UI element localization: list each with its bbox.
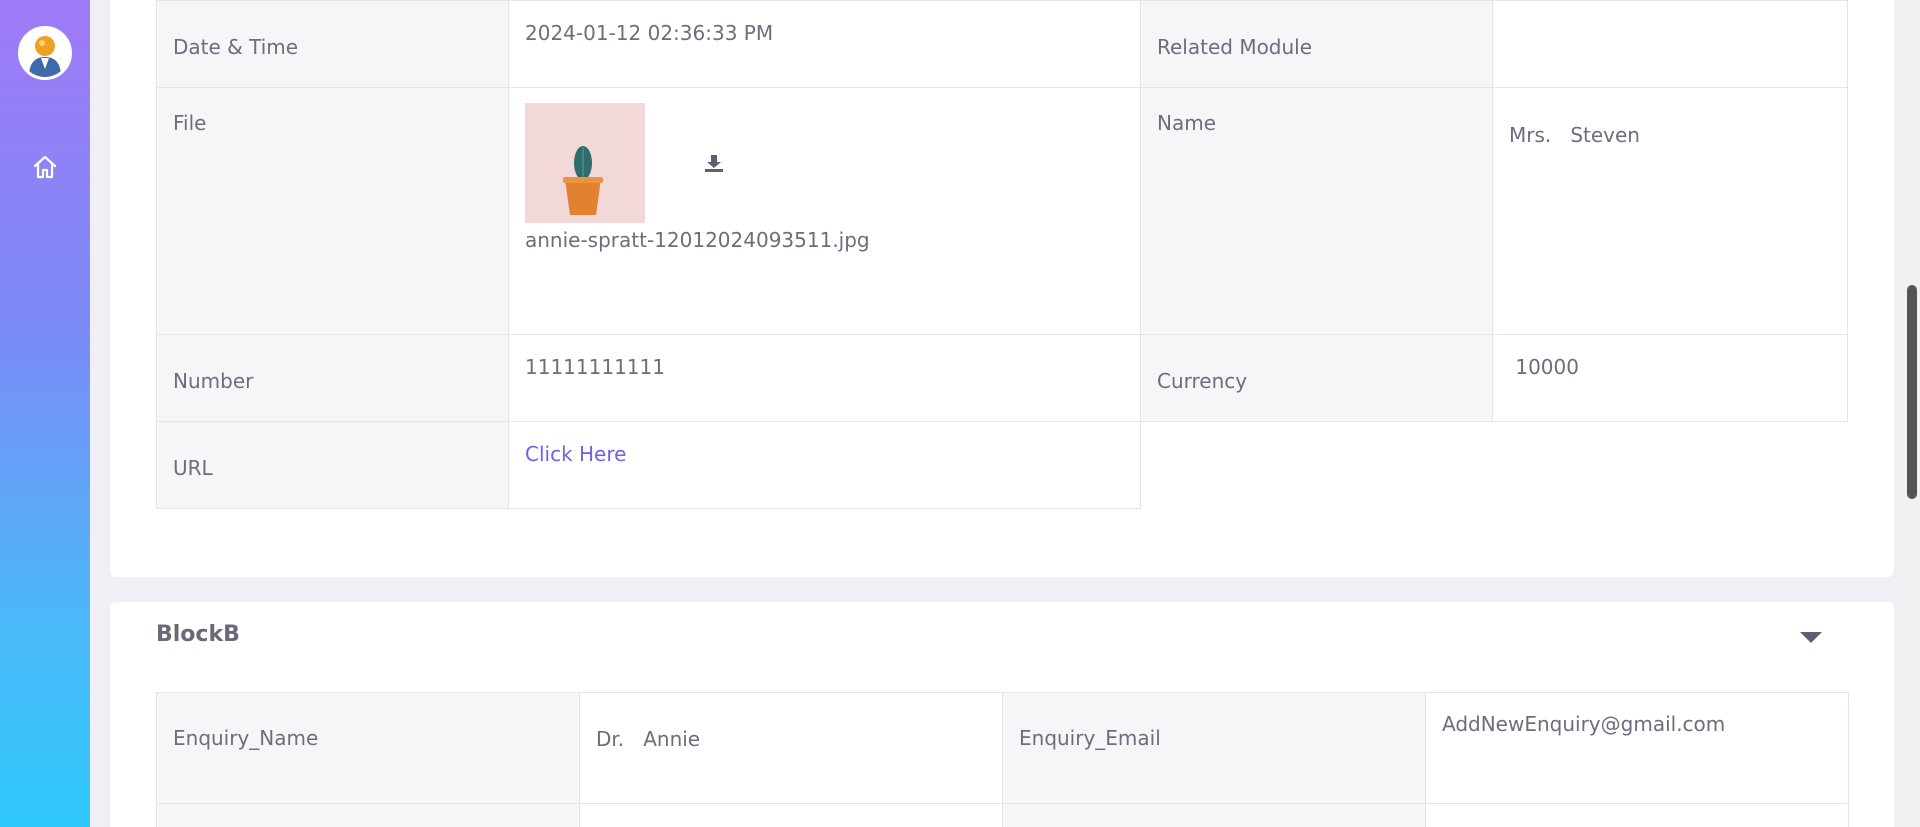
sidebar xyxy=(0,0,90,827)
block-b-title: BlockB xyxy=(156,622,240,647)
label-cell: Enquiry_Name xyxy=(156,692,580,804)
label-cell xyxy=(1002,803,1426,827)
block-a-card: Date & Time 2024-01-12 02:36:33 PM Relat… xyxy=(110,0,1894,577)
field-label: URL xyxy=(173,456,213,480)
field-label: Related Module xyxy=(1157,35,1313,59)
url-link[interactable]: Click Here xyxy=(525,442,626,466)
field-label: Currency xyxy=(1157,369,1248,393)
label-cell: Related Module xyxy=(1140,0,1493,88)
value-cell xyxy=(1425,803,1849,827)
user-avatar[interactable] xyxy=(18,26,72,80)
value-cell: Click Here xyxy=(508,421,1141,509)
chevron-down-icon[interactable] xyxy=(1800,632,1822,643)
field-label: File xyxy=(173,111,207,135)
download-icon[interactable] xyxy=(703,152,725,174)
label-cell: File xyxy=(156,87,509,335)
label-cell: Number xyxy=(156,334,509,422)
field-label: Date & Time xyxy=(173,35,299,59)
label-cell: URL xyxy=(156,421,509,509)
value-cell: Mrs. Steven xyxy=(1492,87,1848,335)
label-cell: Currency xyxy=(1140,334,1493,422)
main-content: Date & Time 2024-01-12 02:36:33 PM Relat… xyxy=(90,0,1920,827)
value-cell: AddNewEnquiry@gmail.com xyxy=(1425,692,1849,804)
label-cell: Date & Time xyxy=(156,0,509,88)
label-cell: Name xyxy=(1140,87,1493,335)
avatar-icon xyxy=(21,29,69,77)
block-b-card: BlockB Enquiry_Name Dr. Annie Enquiry_Em… xyxy=(110,602,1894,827)
label-cell: Enquiry_Email xyxy=(1002,692,1426,804)
value-cell: 2024-01-12 02:36:33 PM xyxy=(508,0,1141,88)
value-cell: annie-spratt-12012024093511.jpg xyxy=(508,87,1141,335)
enquiry-email-value: AddNewEnquiry@gmail.com xyxy=(1442,712,1726,736)
number-value: 11111111111 xyxy=(525,355,665,379)
value-cell xyxy=(579,803,1003,827)
file-name: annie-spratt-12012024093511.jpg xyxy=(525,228,870,252)
value-cell: 10000 xyxy=(1492,334,1848,422)
file-thumbnail[interactable] xyxy=(525,103,645,223)
field-label: Number xyxy=(173,369,254,393)
scrollbar[interactable] xyxy=(1902,0,1920,827)
name-value: Mrs. Steven xyxy=(1509,123,1640,147)
label-cell xyxy=(156,803,580,827)
field-label: Name xyxy=(1157,111,1217,135)
field-label: Enquiry_Name xyxy=(173,726,319,750)
home-icon[interactable] xyxy=(31,153,59,181)
date-time-value: 2024-01-12 02:36:33 PM xyxy=(525,21,774,45)
value-cell xyxy=(1492,0,1848,88)
value-cell: 11111111111 xyxy=(508,334,1141,422)
field-label: Enquiry_Email xyxy=(1019,726,1161,750)
value-cell: Dr. Annie xyxy=(579,692,1003,804)
enquiry-name-value: Dr. Annie xyxy=(596,727,701,751)
scrollbar-thumb[interactable] xyxy=(1907,285,1917,499)
currency-value: 10000 xyxy=(1509,355,1579,379)
